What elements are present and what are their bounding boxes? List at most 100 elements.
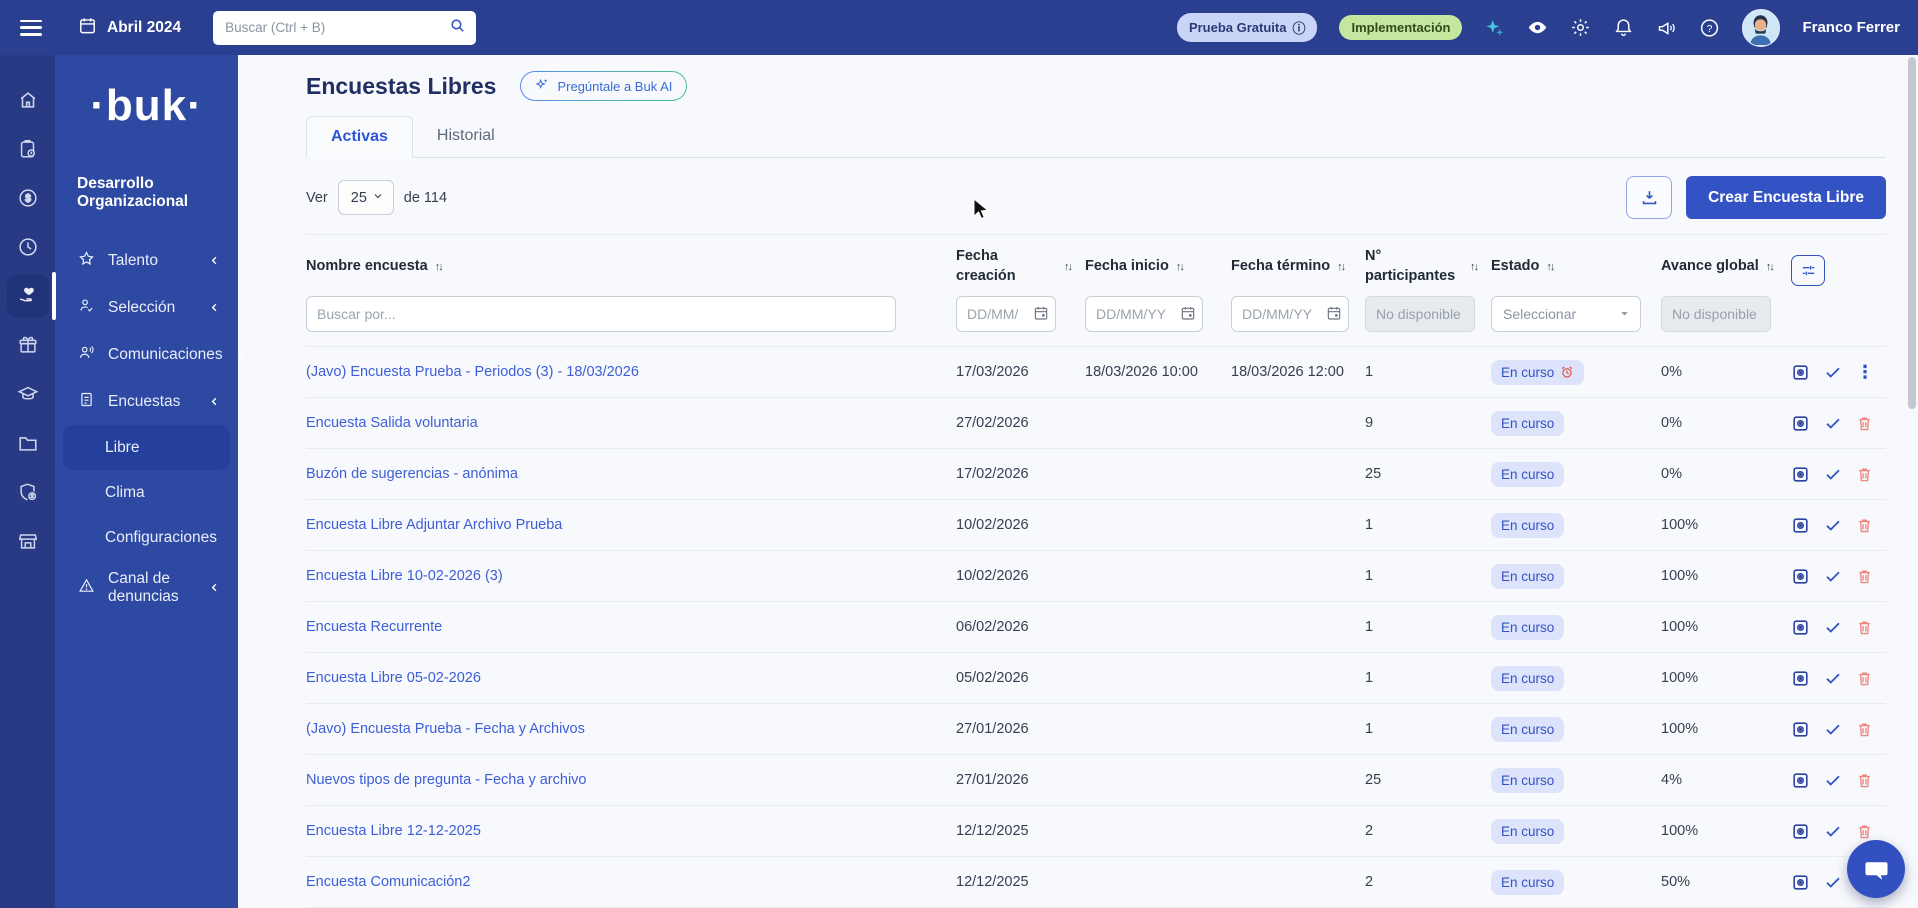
filter-fecha-inicio-input[interactable] <box>1085 296 1203 333</box>
filter-fecha-termino[interactable] <box>1231 296 1349 333</box>
survey-name-link[interactable]: Nuevos tipos de pregunta - Fecha y archi… <box>306 772 586 788</box>
preview-icon[interactable] <box>1791 567 1810 586</box>
time-clock-icon[interactable] <box>17 236 39 258</box>
security-shield-icon[interactable] <box>17 481 39 503</box>
global-search[interactable] <box>213 10 477 45</box>
survey-name-link[interactable]: (Javo) Encuesta Prueba - Periodos (3) - … <box>306 364 639 380</box>
preview-icon[interactable] <box>1791 771 1810 790</box>
benefits-gift-icon[interactable] <box>17 334 39 356</box>
check-icon[interactable] <box>1824 873 1842 891</box>
settings-gear-icon[interactable] <box>1570 17 1591 38</box>
delete-trash-icon[interactable] <box>1856 721 1873 738</box>
download-button[interactable] <box>1626 176 1673 219</box>
delete-trash-icon[interactable] <box>1856 619 1873 636</box>
preview-icon[interactable] <box>1791 363 1810 382</box>
search-icon[interactable] <box>449 17 466 39</box>
sort-icon[interactable]: ↑↓ <box>1337 261 1346 273</box>
sort-icon[interactable]: ↑↓ <box>1064 261 1073 273</box>
preview-icon[interactable] <box>1791 465 1810 484</box>
check-icon[interactable] <box>1824 567 1842 585</box>
check-icon[interactable] <box>1824 414 1842 432</box>
tab-historial[interactable]: Historial <box>413 116 519 157</box>
kebab-menu-icon[interactable]: ⋮ <box>1856 363 1874 381</box>
per-page-select[interactable]: 25 <box>337 180 394 215</box>
sort-icon[interactable]: ↑↓ <box>435 261 444 273</box>
survey-name-link[interactable]: Encuesta Comunicación2 <box>306 874 470 890</box>
delete-trash-icon[interactable] <box>1856 517 1873 534</box>
sort-icon[interactable]: ↑↓ <box>1470 261 1479 273</box>
preview-mode-icon[interactable] <box>1527 17 1548 38</box>
sidebar-item-seleccion[interactable]: Selección <box>55 284 238 331</box>
survey-name-link[interactable]: Encuesta Salida voluntaria <box>306 415 478 431</box>
check-icon[interactable] <box>1824 669 1842 687</box>
filter-fecha-creacion-input[interactable] <box>956 296 1056 333</box>
survey-name-link[interactable]: Encuesta Recurrente <box>306 619 442 635</box>
survey-name-link[interactable]: Encuesta Libre 10-02-2026 (3) <box>306 568 503 584</box>
check-icon[interactable] <box>1824 720 1842 738</box>
check-icon[interactable] <box>1824 771 1842 789</box>
hamburger-menu-icon[interactable] <box>20 19 42 36</box>
trial-badge[interactable]: Prueba Gratuita ⓘ <box>1176 13 1318 42</box>
training-cap-icon[interactable] <box>17 383 39 405</box>
preview-icon[interactable] <box>1791 720 1810 739</box>
notifications-bell-icon[interactable] <box>1613 17 1634 38</box>
survey-name-link[interactable]: (Javo) Encuesta Prueba - Fecha y Archivo… <box>306 721 585 737</box>
sidebar-subitem-configuraciones[interactable]: Configuraciones <box>55 515 238 560</box>
sidebar-subitem-libre[interactable]: Libre <box>63 425 230 470</box>
delete-trash-icon[interactable] <box>1856 415 1873 432</box>
preview-icon[interactable] <box>1791 516 1810 535</box>
survey-name-link[interactable]: Buzón de sugerencias - anónima <box>306 466 518 482</box>
ask-buk-ai-button[interactable]: Pregúntale a Buk AI <box>520 71 687 101</box>
filter-estado-select[interactable]: Seleccionar <box>1491 296 1641 333</box>
filter-fecha-inicio[interactable] <box>1085 296 1203 333</box>
sort-icon[interactable]: ↑↓ <box>1766 261 1775 273</box>
sort-icon[interactable]: ↑↓ <box>1176 261 1185 273</box>
delete-trash-icon[interactable] <box>1856 670 1873 687</box>
check-icon[interactable] <box>1824 618 1842 636</box>
delete-trash-icon[interactable] <box>1856 568 1873 585</box>
rail-item-desarrollo-active[interactable] <box>6 272 56 320</box>
documents-folder-icon[interactable] <box>17 432 39 454</box>
scrollbar-thumb[interactable] <box>1908 57 1916 409</box>
vertical-scrollbar[interactable] <box>1908 57 1916 902</box>
sidebar-item-canal-denuncias[interactable]: Canal de denuncias <box>55 564 238 611</box>
sidebar-item-talento[interactable]: Talento <box>55 237 238 284</box>
tab-activas[interactable]: Activas <box>306 116 413 158</box>
survey-name-link[interactable]: Encuesta Libre 12-12-2025 <box>306 823 481 839</box>
survey-name-link[interactable]: Encuesta Libre Adjuntar Archivo Prueba <box>306 517 562 533</box>
marketplace-store-icon[interactable] <box>17 530 39 552</box>
payroll-coin-icon[interactable]: $ <box>17 187 39 209</box>
help-icon[interactable]: ? <box>1699 17 1720 38</box>
preview-icon[interactable] <box>1791 669 1810 688</box>
home-icon[interactable] <box>17 89 39 111</box>
global-search-input[interactable] <box>225 20 450 35</box>
preview-icon[interactable] <box>1791 822 1810 841</box>
chat-launcher-button[interactable] <box>1847 840 1905 898</box>
sort-icon[interactable]: ↑↓ <box>1546 261 1555 273</box>
implementation-badge[interactable]: Implementación <box>1339 15 1463 40</box>
user-avatar[interactable] <box>1742 8 1781 47</box>
delete-trash-icon[interactable] <box>1856 823 1873 840</box>
sidebar-item-encuestas[interactable]: Encuestas <box>55 378 238 425</box>
preview-icon[interactable] <box>1791 873 1810 892</box>
preview-icon[interactable] <box>1791 618 1810 637</box>
check-icon[interactable] <box>1824 465 1842 483</box>
column-settings-button[interactable] <box>1791 255 1825 287</box>
user-name[interactable]: Franco Ferrer <box>1802 19 1900 36</box>
check-icon[interactable] <box>1824 363 1842 381</box>
tasks-clipboard-icon[interactable] <box>17 138 39 160</box>
survey-name-link[interactable]: Encuesta Libre 05-02-2026 <box>306 670 481 686</box>
check-icon[interactable] <box>1824 516 1842 534</box>
ai-sparkle-icon[interactable] <box>1484 17 1505 38</box>
preview-icon[interactable] <box>1791 414 1810 433</box>
delete-trash-icon[interactable] <box>1856 466 1873 483</box>
filter-fecha-termino-input[interactable] <box>1231 296 1349 333</box>
sidebar-item-comunicaciones[interactable]: Comunicaciones <box>55 331 243 378</box>
announcements-megaphone-icon[interactable] <box>1656 17 1677 38</box>
period-selector[interactable]: Abril 2024 <box>78 16 181 40</box>
check-icon[interactable] <box>1824 822 1842 840</box>
filter-fecha-creacion[interactable] <box>956 296 1056 333</box>
sidebar-subitem-clima[interactable]: Clima <box>55 470 238 515</box>
delete-trash-icon[interactable] <box>1856 772 1873 789</box>
create-survey-button[interactable]: Crear Encuesta Libre <box>1686 176 1886 219</box>
